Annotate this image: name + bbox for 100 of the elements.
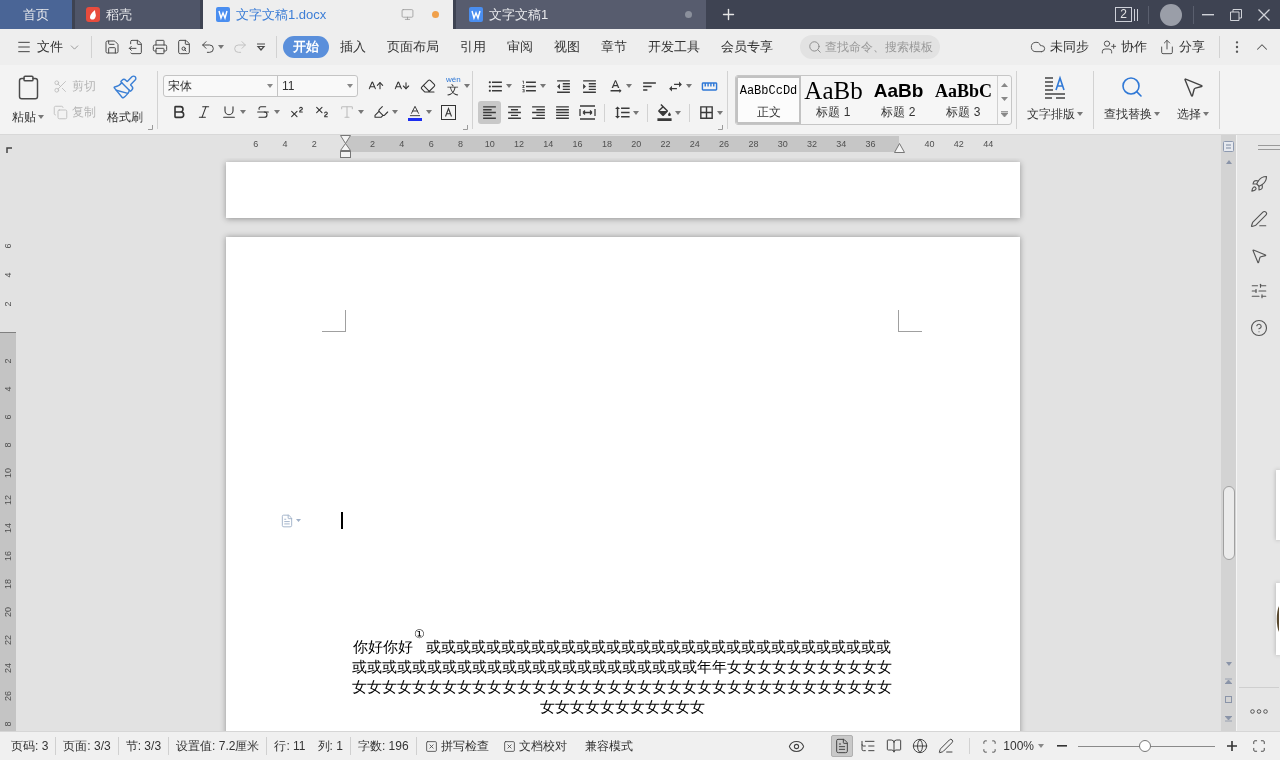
align-right-icon xyxy=(530,104,547,121)
collapse-handle-icon[interactable] xyxy=(1258,145,1280,150)
print-preview-icon xyxy=(176,39,192,55)
group-launcher-icon[interactable] xyxy=(148,125,153,130)
ruler-number: 6 xyxy=(2,413,14,422)
crescent-icon xyxy=(1276,606,1279,632)
ruler-number: 4 xyxy=(281,138,289,151)
group-launcher-icon[interactable] xyxy=(463,125,468,130)
share-icon xyxy=(1159,39,1175,55)
style-option[interactable]: AaBbC 标题 3 xyxy=(931,76,996,124)
scroll-up-icon[interactable] xyxy=(1001,83,1008,87)
status-text: 行: 11 xyxy=(274,738,306,755)
window-count-button[interactable]: 2 xyxy=(1113,0,1140,29)
paint-bucket-icon xyxy=(656,104,674,121)
stack-lines-icon xyxy=(1134,8,1138,21)
ribbon-tool-button[interactable]: 文字排版 xyxy=(1020,65,1090,134)
ribbon-tab[interactable]: 章节 xyxy=(591,36,637,58)
ruler-number: 30 xyxy=(776,138,789,151)
caret-icon xyxy=(1077,112,1083,116)
customize-caret-icon xyxy=(256,43,266,51)
add-user-icon xyxy=(1101,39,1117,55)
format-painter-button[interactable]: 格式刷 xyxy=(105,74,145,126)
ribbon-tab[interactable]: 会员专享 xyxy=(711,36,783,58)
status-text: 页面: 3/3 xyxy=(63,738,111,755)
caret-icon xyxy=(1154,112,1160,116)
document-app-icon xyxy=(216,7,230,22)
left-indent-handle[interactable] xyxy=(340,135,351,158)
zoom-slider-thumb[interactable] xyxy=(1139,740,1152,752)
toolbar-action[interactable]: 分享 xyxy=(1155,35,1209,59)
pen-icon xyxy=(1249,210,1268,228)
zoom-level-dropdown[interactable]: 100% xyxy=(1003,737,1044,755)
search-field[interactable]: 查找命令、搜索模板 xyxy=(800,35,940,59)
ruler-number: 14 xyxy=(2,522,14,536)
tab[interactable]: 首页 xyxy=(0,0,72,29)
status-button[interactable]: 拼写检查 xyxy=(424,737,489,755)
page-view-icon xyxy=(834,738,851,754)
zoom-slider-track[interactable] xyxy=(1078,740,1215,752)
tab-stop-icon[interactable] xyxy=(6,147,12,153)
tab[interactable]: 稻壳 xyxy=(75,0,200,29)
tab[interactable]: 文字文稿1.docx xyxy=(203,0,453,29)
paste-button[interactable]: 粘贴 xyxy=(9,74,47,126)
ruler-number: 8 xyxy=(456,138,464,151)
minus-icon xyxy=(1057,745,1067,747)
ribbon-tab[interactable]: 审阅 xyxy=(497,36,543,58)
checkbox-x-icon xyxy=(424,739,438,753)
view-mode-button[interactable] xyxy=(831,735,854,757)
ruler-number: 22 xyxy=(2,633,14,647)
scroll-down-icon[interactable] xyxy=(1001,97,1008,101)
margin-corner-mark xyxy=(898,310,922,332)
ruler-number: 12 xyxy=(2,494,14,508)
status-button[interactable]: 文档校对 xyxy=(502,737,567,755)
file-menu[interactable]: 文件 xyxy=(14,35,83,59)
toolbar-action[interactable]: 未同步 xyxy=(1026,35,1093,59)
character-border-icon xyxy=(441,104,456,120)
tab[interactable]: 文字文稿1 xyxy=(456,0,706,29)
ribbon-tool-button[interactable]: 选择 xyxy=(1170,65,1216,134)
fullscreen-button[interactable] xyxy=(1250,737,1268,755)
ribbon-tool-button[interactable]: 查找替换 xyxy=(1097,65,1167,134)
status-text: 字数: 196 xyxy=(357,738,409,755)
decrease-indent-icon xyxy=(555,77,572,95)
fit-page-icon xyxy=(981,738,997,754)
close-icon xyxy=(1258,8,1270,21)
ribbon-tab[interactable]: 视图 xyxy=(544,36,590,58)
right-indent-handle[interactable] xyxy=(894,143,905,153)
copy-icon xyxy=(53,104,68,120)
style-option[interactable]: AaBbCcDd 正文 xyxy=(736,76,801,124)
expand-gallery-icon[interactable] xyxy=(1001,111,1008,117)
ribbon-tab[interactable]: 开发工具 xyxy=(638,36,710,58)
ruler-number: 2 xyxy=(2,357,14,366)
bold-icon xyxy=(171,104,187,120)
style-option[interactable]: AaBb 标题 2 xyxy=(866,76,931,124)
ruler-number: 24 xyxy=(688,138,701,151)
text-cursor xyxy=(341,512,343,529)
style-preview: AaBbC xyxy=(935,80,992,103)
ribbon-tab[interactable]: 页面布局 xyxy=(377,36,449,58)
line-spacing-icon xyxy=(614,104,632,121)
toolbar-action[interactable]: 协作 xyxy=(1097,35,1151,59)
group-launcher-icon[interactable] xyxy=(718,125,723,130)
ruler-number: 16 xyxy=(2,550,14,564)
fullscreen-icon xyxy=(1252,739,1266,753)
outline-view-icon xyxy=(860,738,877,754)
style-option[interactable]: AaBb 标题 1 xyxy=(801,76,866,124)
ruler-number: 10 xyxy=(2,466,14,480)
pointer-icon xyxy=(1181,75,1205,99)
zoom-in-button[interactable] xyxy=(1224,738,1240,754)
style-preview: AaBb xyxy=(804,78,863,104)
ruler-number: 6 xyxy=(2,242,14,251)
scrollbar-thumb[interactable] xyxy=(1222,486,1235,560)
avatar-icon[interactable] xyxy=(1160,3,1182,26)
caret-icon xyxy=(1203,112,1209,116)
increase-indent-icon xyxy=(581,77,598,95)
ribbon-tab[interactable]: 插入 xyxy=(330,36,376,58)
restore-icon xyxy=(1230,8,1242,21)
ribbon-tab[interactable]: 引用 xyxy=(450,36,496,58)
superscript-icon xyxy=(289,104,305,120)
font-tool-button[interactable]: wén 文 xyxy=(442,75,474,97)
flame-logo-icon xyxy=(86,7,100,22)
ruler-number: 8 xyxy=(2,441,14,450)
align-button[interactable] xyxy=(478,101,502,124)
printer-icon xyxy=(152,39,168,55)
